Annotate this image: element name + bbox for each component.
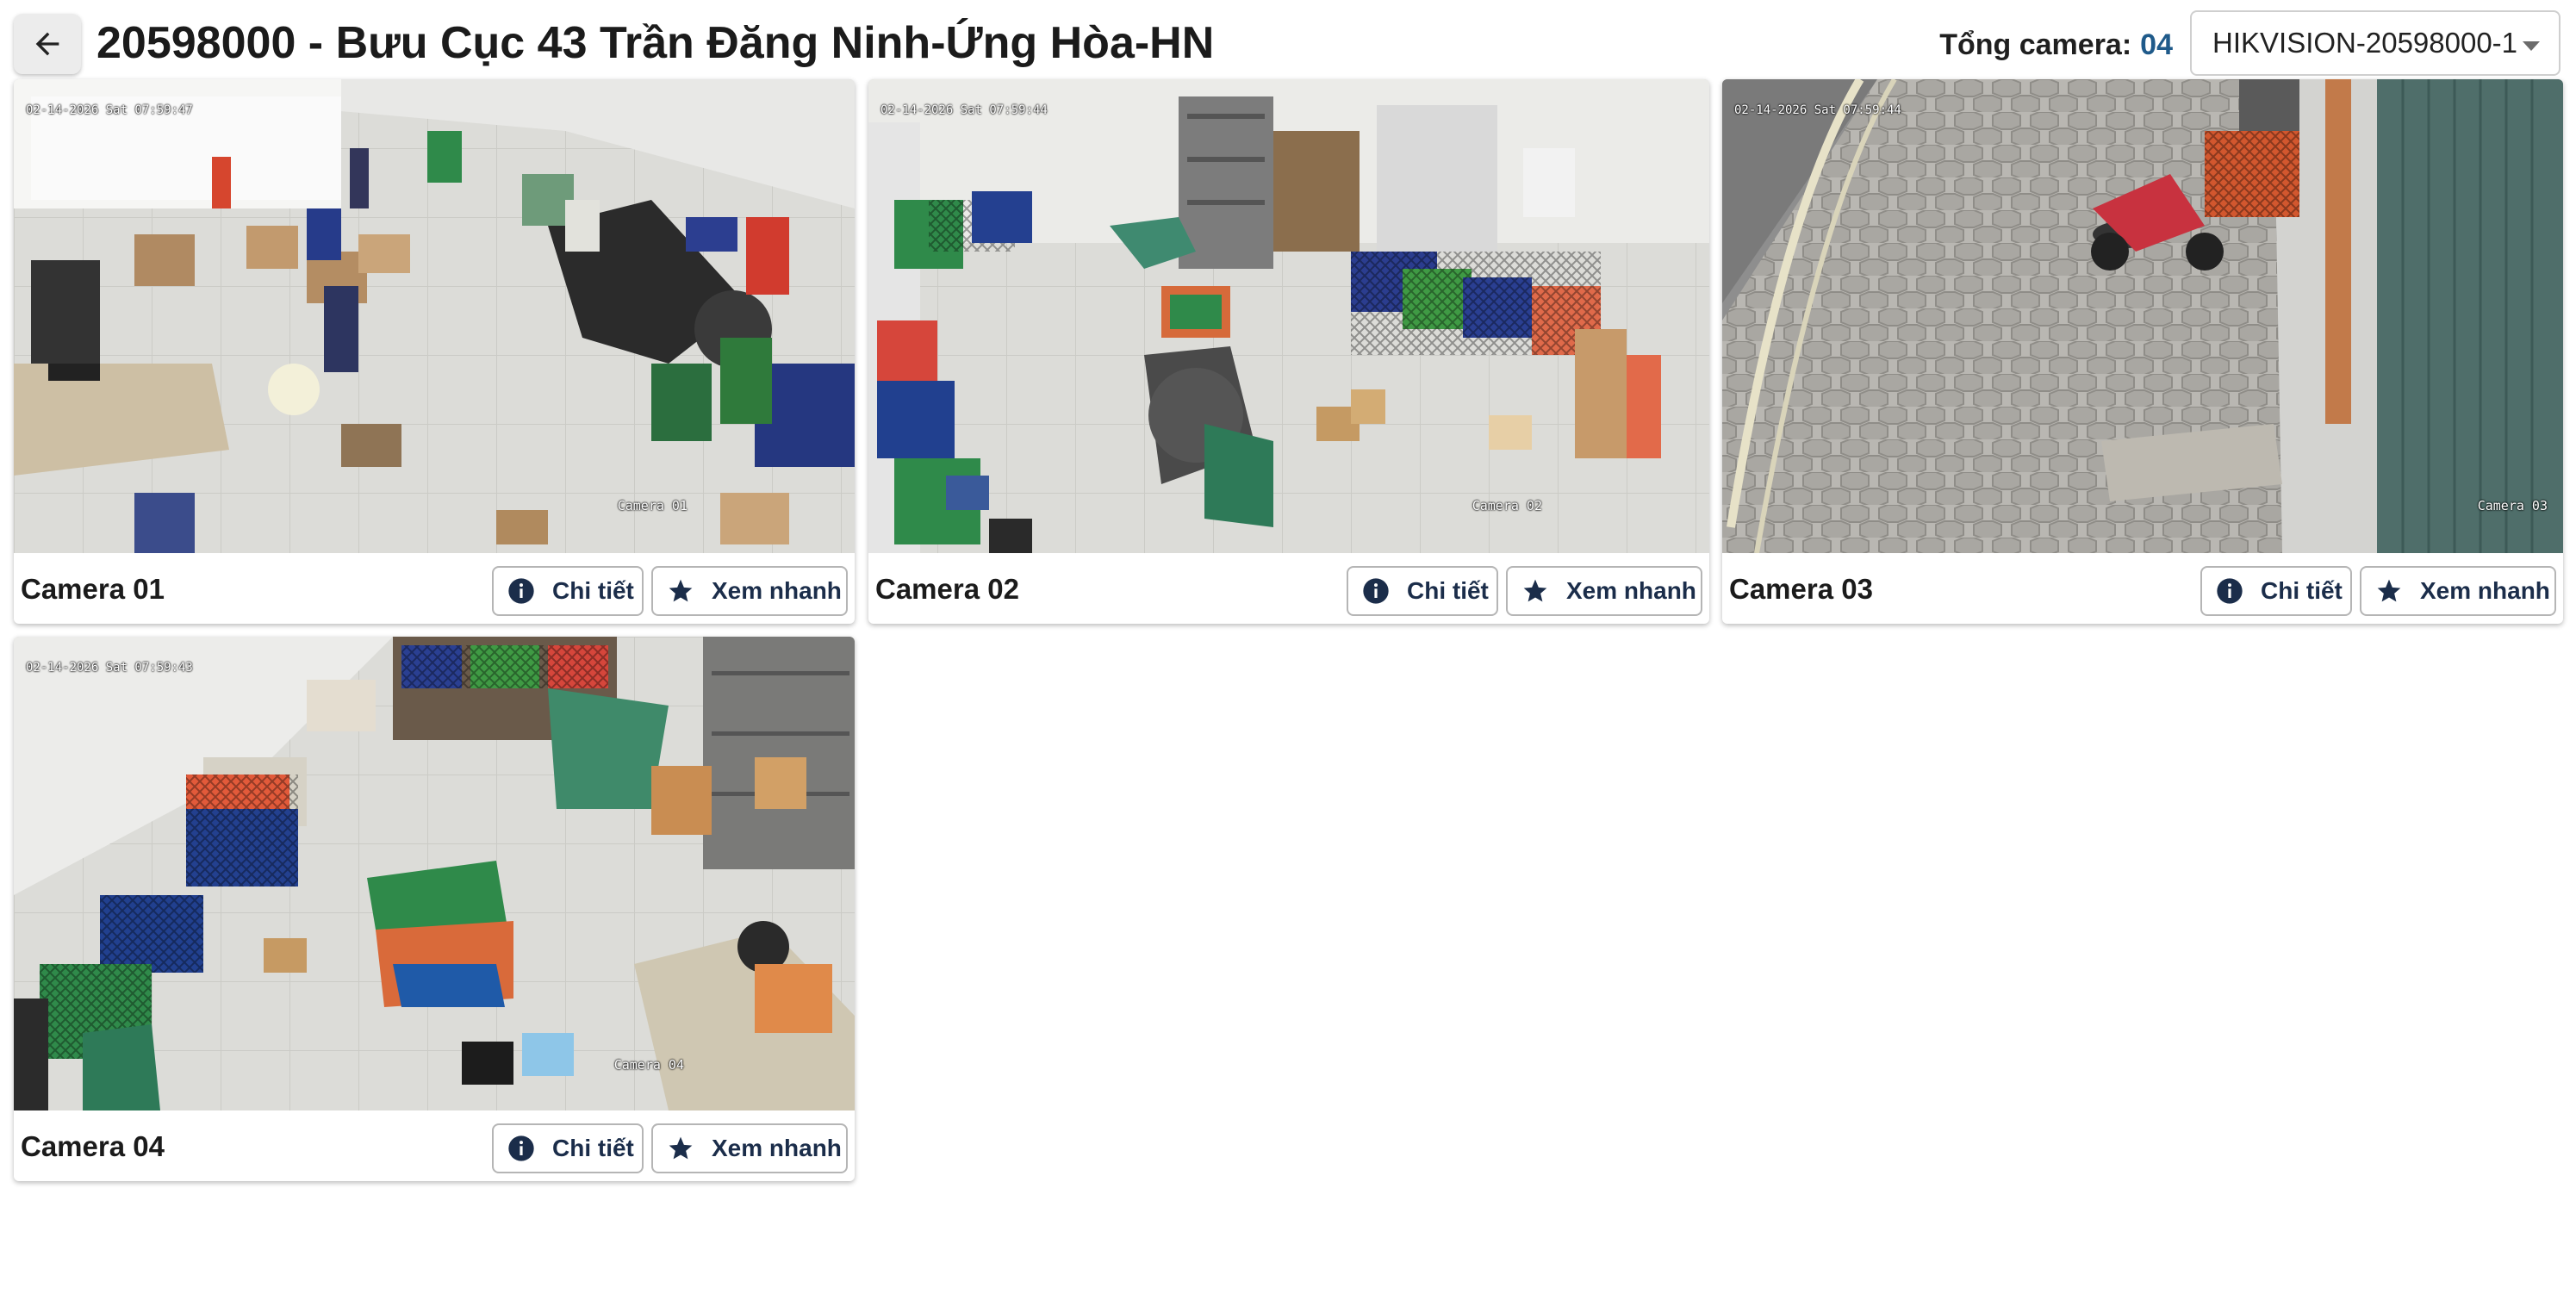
card-footer: Camera 02 Chi tiết Xem nhanh [868, 553, 1709, 624]
card-footer: Camera 03 Chi tiết Xem nhanh [1722, 553, 2563, 624]
total-camera-count: 04 [2140, 28, 2173, 61]
camera-name: Camera 01 [21, 573, 165, 605]
card-footer: Camera 04 Chi tiết Xem nhanh [14, 1110, 855, 1181]
detail-button[interactable]: Chi tiết [492, 1123, 644, 1173]
camera-feed[interactable]: 02-14-2026 Sat 07:59:47 Camera 01 [14, 79, 855, 553]
page-title: 20598000 - Bưu Cục 43 Trần Đăng Ninh-Ứng… [96, 18, 1215, 68]
osd-camera-label: Camera 02 [1472, 498, 1542, 513]
detail-button-label: Chi tiết [552, 1135, 634, 1161]
caret-down-icon [2523, 41, 2540, 51]
star-icon [2375, 577, 2403, 605]
osd-timestamp: 02-14-2026 Sat 07:59:44 [1734, 103, 1901, 117]
detail-button[interactable]: Chi tiết [1347, 566, 1498, 616]
osd-timestamp: 02-14-2026 Sat 07:59:44 [880, 103, 1048, 117]
camera-name: Camera 03 [1729, 573, 1873, 605]
camera-card: 02-14-2026 Sat 07:59:44 Camera 03 Camera… [1722, 79, 2563, 624]
card-footer: Camera 01 Chi tiết Xem nhanh [14, 553, 855, 624]
total-camera: Tổng camera: 04 [1939, 26, 2173, 64]
camera-name: Camera 02 [875, 573, 1019, 605]
quick-view-button-label: Xem nhanh [712, 1135, 842, 1161]
star-icon [667, 1135, 694, 1162]
quick-view-button[interactable]: Xem nhanh [2360, 566, 2556, 616]
quick-view-button[interactable]: Xem nhanh [1506, 566, 1702, 616]
detail-button-label: Chi tiết [552, 577, 634, 604]
camera-feed[interactable]: 02-14-2026 Sat 07:59:43 Camera 04 [14, 637, 855, 1110]
info-circle-icon [507, 577, 535, 605]
arrow-left-icon [30, 27, 65, 61]
device-select[interactable]: HIKVISION-20598000-1 [2190, 10, 2560, 76]
star-icon [667, 577, 694, 605]
quick-view-button[interactable]: Xem nhanh [651, 566, 848, 616]
detail-button-label: Chi tiết [2261, 577, 2343, 604]
back-button[interactable] [14, 14, 81, 74]
camera-card: 02-14-2026 Sat 07:59:47 Camera 01 Camera… [14, 79, 855, 624]
quick-view-button[interactable]: Xem nhanh [651, 1123, 848, 1173]
osd-camera-label: Camera 01 [617, 498, 688, 513]
device-select-value: HIKVISION-20598000-1 [2212, 27, 2518, 59]
osd-camera-label: Camera 03 [2477, 498, 2548, 513]
header: 20598000 - Bưu Cục 43 Trần Đăng Ninh-Ứng… [0, 0, 2576, 78]
detail-button[interactable]: Chi tiết [492, 566, 644, 616]
camera-card: 02-14-2026 Sat 07:59:43 Camera 04 Camera… [14, 637, 855, 1181]
camera-card: 02-14-2026 Sat 07:59:44 Camera 02 Camera… [868, 79, 1709, 624]
camera-feed[interactable]: 02-14-2026 Sat 07:59:44 Camera 02 [868, 79, 1709, 553]
osd-timestamp: 02-14-2026 Sat 07:59:47 [26, 103, 193, 117]
info-circle-icon [2216, 577, 2243, 605]
star-icon [1521, 577, 1549, 605]
info-circle-icon [507, 1135, 535, 1162]
camera-name: Camera 04 [21, 1130, 165, 1162]
total-camera-label: Tổng camera: [1939, 28, 2132, 61]
info-circle-icon [1362, 577, 1390, 605]
quick-view-button-label: Xem nhanh [2420, 577, 2550, 604]
quick-view-button-label: Xem nhanh [1566, 577, 1696, 604]
detail-button[interactable]: Chi tiết [2200, 566, 2352, 616]
detail-button-label: Chi tiết [1407, 577, 1489, 604]
camera-feed[interactable]: 02-14-2026 Sat 07:59:44 Camera 03 [1722, 79, 2563, 553]
osd-timestamp: 02-14-2026 Sat 07:59:43 [26, 661, 193, 675]
camera-grid-page: 20598000 - Bưu Cục 43 Trần Đăng Ninh-Ứng… [0, 0, 2576, 1294]
osd-camera-label: Camera 04 [613, 1057, 684, 1073]
quick-view-button-label: Xem nhanh [712, 577, 842, 604]
